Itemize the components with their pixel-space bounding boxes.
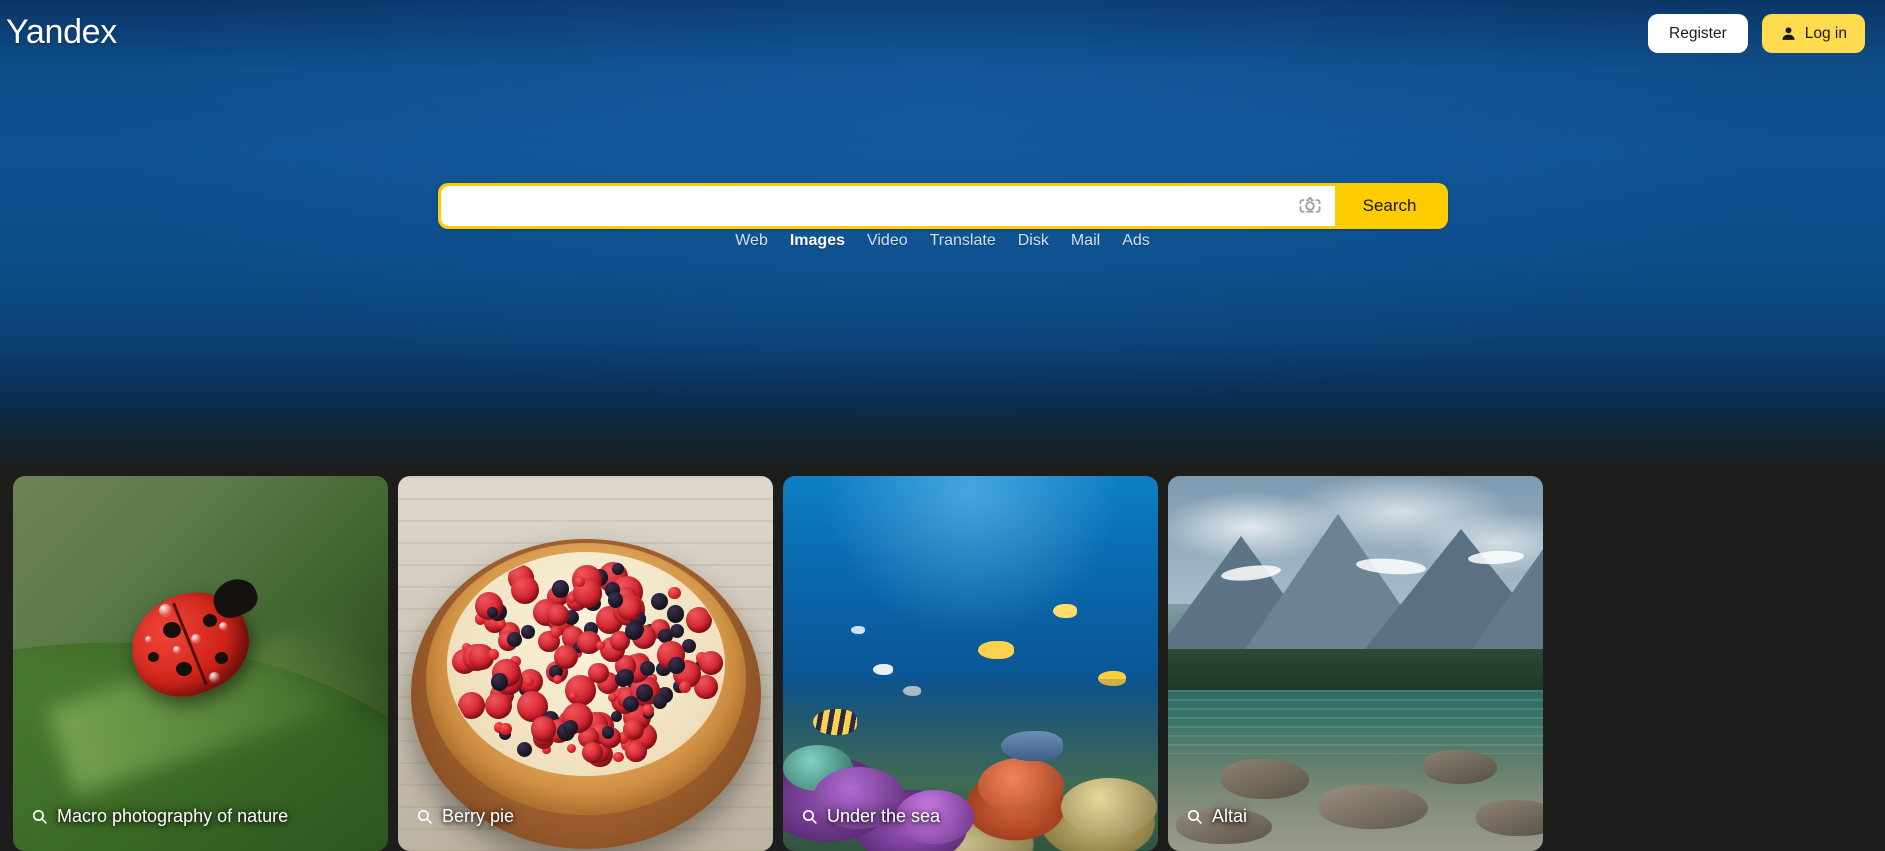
card-label-text: Macro photography of nature (57, 806, 289, 826)
berry-decoration (521, 625, 536, 639)
login-button-label: Log in (1804, 24, 1847, 42)
card-label-text: Berry pie (442, 806, 515, 826)
camera-search-icon[interactable] (1297, 193, 1323, 219)
berry-decoration (641, 704, 654, 717)
collection-card-altai[interactable]: Altai (1168, 476, 1543, 851)
berry-decoration (611, 710, 623, 722)
card-label-text: Under the sea (827, 806, 941, 826)
service-tabs: Web Images Video Translate Disk Mail Ads (735, 232, 1150, 250)
search-icon (32, 809, 47, 824)
berry-decoration (550, 625, 563, 638)
card-image-berry-pie (398, 476, 773, 851)
collection-card-macro-photography-of-nature[interactable]: Macro photography of nature (13, 476, 388, 851)
berry-decoration (530, 716, 557, 742)
berry-decoration (596, 640, 606, 651)
search-box: Search (437, 183, 1448, 229)
berry-decoration (613, 751, 624, 763)
berry-decoration (552, 675, 562, 685)
tab-ads[interactable]: Ads (1122, 232, 1150, 250)
search-icon (1187, 809, 1202, 824)
berry-decoration (666, 605, 685, 623)
berry-decoration (611, 562, 625, 576)
berry-decoration (566, 744, 576, 754)
site-header: Yandex Register Log in (0, 0, 1885, 66)
berry-decoration (616, 668, 634, 686)
berry-decoration (669, 623, 684, 638)
collection-card-berry-pie[interactable]: Berry pie (398, 476, 773, 851)
berry-decoration (668, 656, 686, 674)
register-button[interactable]: Register (1648, 14, 1748, 53)
berry-decoration (485, 692, 513, 720)
card-image-macro (13, 476, 388, 851)
card-label: Under the sea (801, 806, 940, 827)
berry-decoration (581, 742, 604, 764)
berry-decoration (565, 674, 597, 707)
search-field (440, 186, 1335, 226)
berry-decoration (546, 604, 569, 627)
berry-decoration (681, 638, 696, 653)
berry-decoration (625, 740, 647, 762)
user-icon (1782, 27, 1795, 40)
card-label: Berry pie (416, 806, 514, 827)
card-label: Altai (1186, 806, 1247, 827)
login-button[interactable]: Log in (1761, 14, 1865, 53)
tab-mail[interactable]: Mail (1071, 232, 1100, 250)
berry-decoration (524, 676, 534, 687)
berry-decoration (607, 592, 624, 608)
search-icon (802, 809, 817, 824)
berry-decoration (488, 649, 500, 661)
yandex-logo[interactable]: Yandex (6, 13, 117, 51)
tab-video[interactable]: Video (867, 232, 908, 250)
berry-decoration (569, 692, 578, 701)
header-actions: Register Log in (1648, 14, 1865, 53)
tab-translate[interactable]: Translate (930, 232, 996, 250)
berry-decoration (685, 606, 712, 633)
berry-decoration (486, 606, 499, 619)
berry-decoration (651, 592, 668, 610)
berry-decoration (506, 632, 522, 648)
berry-decoration (699, 650, 723, 675)
berry-decoration (652, 694, 668, 709)
tab-web[interactable]: Web (735, 232, 768, 250)
berry-decoration (563, 720, 579, 736)
berry-decoration (668, 586, 681, 600)
berry-decoration (551, 580, 570, 599)
berry-decoration (510, 576, 539, 605)
tab-disk[interactable]: Disk (1018, 232, 1049, 250)
berry-decoration (639, 660, 656, 677)
berry-decoration (516, 741, 533, 758)
search-area: Search (437, 183, 1448, 229)
card-label: Macro photography of nature (31, 806, 288, 827)
card-image-under-the-sea (783, 476, 1158, 851)
berry-decoration (490, 673, 509, 691)
berry-decoration (602, 726, 615, 739)
card-label-text: Altai (1212, 806, 1248, 826)
tab-images[interactable]: Images (790, 232, 845, 250)
image-collection-strip: Macro photography of nature Berry pie Un… (13, 476, 1872, 851)
collection-card-under-the-sea[interactable]: Under the sea (783, 476, 1158, 851)
page-root: Yandex Register Log in Search Web Images… (0, 0, 1885, 851)
berry-decoration (635, 684, 654, 703)
berry-decoration (553, 645, 579, 670)
berry-decoration (457, 691, 485, 719)
berry-decoration (608, 692, 618, 702)
berry-decoration (679, 681, 692, 694)
search-input[interactable] (456, 186, 1297, 226)
search-icon (417, 809, 432, 824)
search-submit-button[interactable]: Search (1334, 186, 1445, 226)
card-image-altai (1168, 476, 1543, 851)
